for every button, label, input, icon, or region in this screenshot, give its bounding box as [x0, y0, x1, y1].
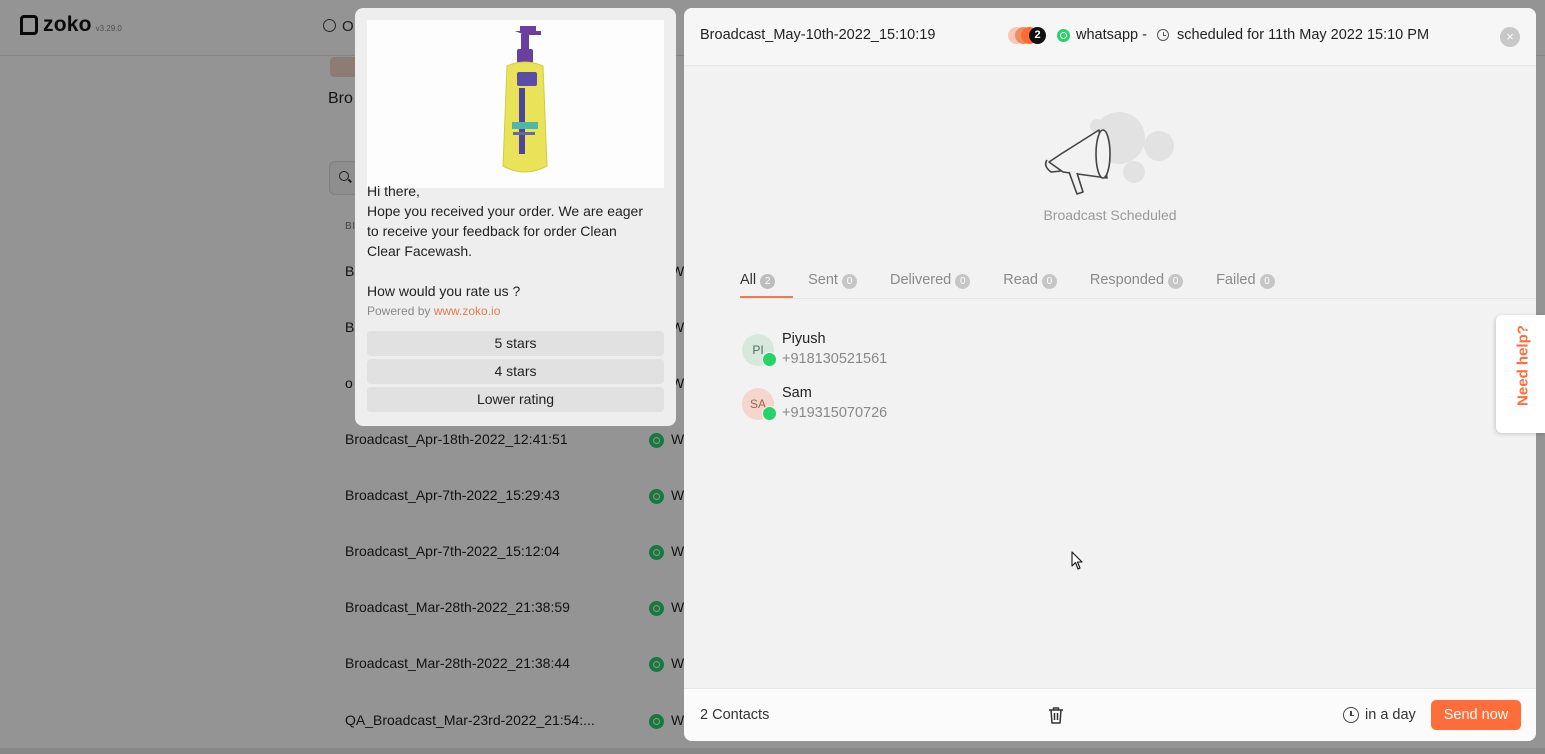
rating-4-stars-button[interactable]: 4 stars — [367, 359, 664, 384]
facewash-bottle-image — [367, 20, 664, 188]
tab-count-badge: 0 — [1168, 274, 1184, 289]
message-greeting: Hi there, — [367, 183, 420, 199]
contact-phone: +918130521561 — [782, 351, 888, 367]
empty-state-caption: Broadcast Scheduled — [1043, 207, 1177, 223]
status-tabs: All 2 Sent 0 Delivered 0 Read 0 Responded 0 F… — [740, 272, 1308, 298]
tab-responded[interactable]: Responded 0 — [1089, 272, 1184, 298]
message-body-line: Clear Facewash. — [367, 243, 473, 259]
clock-icon — [1157, 29, 1169, 41]
tab-count-badge: 0 — [1259, 274, 1275, 289]
tab-read[interactable]: Read 0 — [1003, 272, 1057, 298]
whatsapp-icon — [762, 352, 777, 367]
tab-sent[interactable]: Sent 0 — [808, 272, 857, 298]
tab-label: Delivered — [889, 272, 952, 288]
tab-count-badge: 0 — [841, 274, 857, 289]
zoko-link[interactable]: www.zoko.io — [434, 304, 501, 318]
close-icon[interactable]: × — [1500, 27, 1520, 47]
send-now-button[interactable]: Send now — [1431, 700, 1521, 730]
scheduled-time: scheduled for 11th May 2022 15:10 PM — [1177, 27, 1430, 43]
message-body-line: to receive your feedback for order Clean — [367, 223, 617, 239]
tabs-divider — [740, 298, 1536, 299]
tab-label: Read — [1003, 272, 1038, 288]
contact-name: Piyush — [782, 331, 826, 347]
mouse-cursor-icon — [1071, 551, 1083, 570]
channel-label: whatsapp - — [1076, 27, 1147, 43]
megaphone-icon — [1044, 112, 1174, 195]
need-help-label: Need help? — [1514, 325, 1532, 406]
contact-phone: +919315070726 — [782, 405, 888, 421]
powered-by-label: Powered by — [367, 304, 434, 318]
tab-count-badge: 2 — [760, 274, 776, 289]
whatsapp-icon — [762, 406, 777, 421]
powered-by-footer: Powered by www.zoko.io — [367, 304, 500, 318]
contact-name: Sam — [782, 385, 812, 401]
template-preview-card: Hi there, Hope you received your order. … — [355, 8, 676, 426]
tab-count-badge: 0 — [1041, 274, 1057, 289]
whatsapp-icon — [1057, 29, 1070, 42]
tab-all[interactable]: All 2 — [740, 272, 776, 298]
facewash-bottle-icon — [502, 26, 548, 173]
message-body-line: Hope you received your order. We are eag… — [367, 203, 644, 219]
recipient-avatars[interactable]: 2 — [1008, 27, 1052, 45]
schedule-label[interactable]: in a day — [1365, 707, 1416, 723]
recipient-count-badge: 2 — [1029, 27, 1046, 44]
tab-delivered[interactable]: Delivered 0 — [889, 272, 971, 298]
tab-label: Sent — [808, 272, 838, 288]
tab-label: Failed — [1216, 272, 1256, 288]
trash-icon[interactable] — [1048, 706, 1064, 724]
contacts-count: 2 Contacts — [700, 707, 770, 723]
tab-count-badge: 0 — [955, 274, 971, 289]
panel-header: Broadcast_May-10th-2022_15:10:19 2 whats… — [684, 8, 1536, 66]
tab-label: Responded — [1089, 272, 1165, 288]
need-help-tab[interactable]: Need help? — [1496, 315, 1545, 433]
tab-label: All — [740, 272, 757, 288]
panel-footer: 2 Contacts in a day Send now — [684, 688, 1536, 741]
broadcast-title: Broadcast_May-10th-2022_15:10:19 — [700, 27, 936, 43]
message-question: How would you rate us ? — [367, 283, 521, 299]
rating-5-stars-button[interactable]: 5 stars — [367, 331, 664, 356]
tab-failed[interactable]: Failed 0 — [1216, 272, 1275, 298]
rating-lower-button[interactable]: Lower rating — [367, 387, 664, 412]
broadcast-detail-panel: Broadcast_May-10th-2022_15:10:19 2 whats… — [684, 8, 1536, 741]
clock-icon — [1343, 707, 1359, 723]
